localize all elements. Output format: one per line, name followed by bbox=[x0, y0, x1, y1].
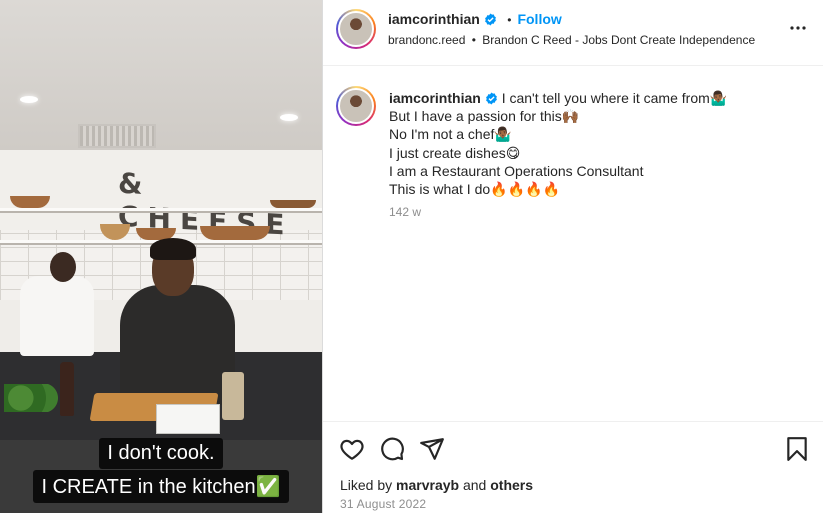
caption-line: But I have a passion for this🙌🏾 bbox=[389, 108, 580, 125]
scene-bowl bbox=[10, 196, 50, 208]
video-caption-line-1: I don't cook. bbox=[0, 438, 322, 469]
scene-background-head bbox=[50, 252, 76, 282]
scene-bottle bbox=[60, 362, 74, 416]
caption-line: No I'm not a chef🤷🏾‍♂️ bbox=[389, 126, 512, 143]
bookmark-icon[interactable] bbox=[784, 436, 810, 462]
audio-title[interactable]: Brandon C Reed - Jobs Dont Create Indepe… bbox=[482, 33, 755, 47]
scene-chef-body bbox=[120, 285, 235, 405]
scene-vent bbox=[78, 124, 156, 148]
author-username[interactable]: iamcorinthian bbox=[388, 11, 480, 27]
header-separator: • bbox=[507, 13, 512, 27]
share-icon[interactable] bbox=[419, 436, 445, 462]
verified-badge-icon bbox=[485, 92, 497, 105]
scene-shelf bbox=[0, 208, 322, 213]
audio-separator: • bbox=[471, 33, 476, 47]
liked-by-user-link[interactable]: marvrayb bbox=[396, 477, 459, 493]
caption-line: I am a Restaurant Operations Consultant bbox=[389, 162, 644, 179]
caption-username[interactable]: iamcorinthian bbox=[389, 90, 481, 106]
caption-line: iamcorinthian I can't tell you where it … bbox=[389, 89, 809, 107]
post-details-panel: iamcorinthian • Follow brandonc.reed • Br… bbox=[323, 0, 823, 513]
audio-account[interactable]: brandonc.reed bbox=[388, 33, 465, 47]
post-media-video[interactable]: & CHEESE I don't cook. I CREATE in the k… bbox=[0, 0, 322, 513]
caption-line: I just create dishes😋 bbox=[389, 144, 521, 161]
caption-author-avatar[interactable] bbox=[336, 86, 376, 126]
scene-background-person bbox=[20, 276, 94, 356]
scene-chef-hair bbox=[150, 238, 196, 260]
scene-shaker bbox=[222, 372, 244, 420]
comment-icon[interactable] bbox=[379, 436, 405, 462]
video-caption-line-2: I CREATE in the kitchen✅ bbox=[0, 470, 322, 503]
post-header: iamcorinthian • Follow brandonc.reed • Br… bbox=[323, 0, 823, 66]
likes-summary: Liked by marvrayb and others bbox=[340, 477, 533, 493]
author-avatar[interactable] bbox=[336, 9, 376, 49]
caption-text: I can't tell you where it came from🤷🏾‍♂️ bbox=[501, 90, 728, 106]
post-caption: iamcorinthian I can't tell you where it … bbox=[389, 89, 809, 198]
scene-greens bbox=[4, 384, 60, 412]
scene-bowl bbox=[200, 226, 270, 240]
scene-light bbox=[20, 96, 38, 103]
follow-button[interactable]: Follow bbox=[517, 11, 561, 27]
scene-light bbox=[280, 114, 298, 121]
caption-timestamp[interactable]: 142 w bbox=[389, 205, 421, 219]
author-row: iamcorinthian • Follow bbox=[388, 11, 562, 29]
post-actions: Liked by marvrayb and others 31 August 2… bbox=[323, 421, 823, 513]
likes-and: and bbox=[459, 477, 491, 493]
caption-line: This is what I do🔥🔥🔥🔥 bbox=[389, 181, 560, 198]
likes-prefix: Liked by bbox=[340, 477, 397, 493]
more-options-icon[interactable] bbox=[789, 19, 807, 42]
audio-row[interactable]: brandonc.reed • Brandon C Reed - Jobs Do… bbox=[388, 33, 755, 47]
scene-ceiling bbox=[0, 0, 322, 150]
liked-by-others-link[interactable]: others bbox=[490, 477, 533, 493]
heart-icon[interactable] bbox=[339, 436, 365, 462]
scene-bowl bbox=[270, 200, 316, 208]
post-date[interactable]: 31 August 2022 bbox=[340, 497, 426, 511]
verified-badge-icon bbox=[484, 13, 496, 26]
scene-box bbox=[156, 404, 220, 434]
